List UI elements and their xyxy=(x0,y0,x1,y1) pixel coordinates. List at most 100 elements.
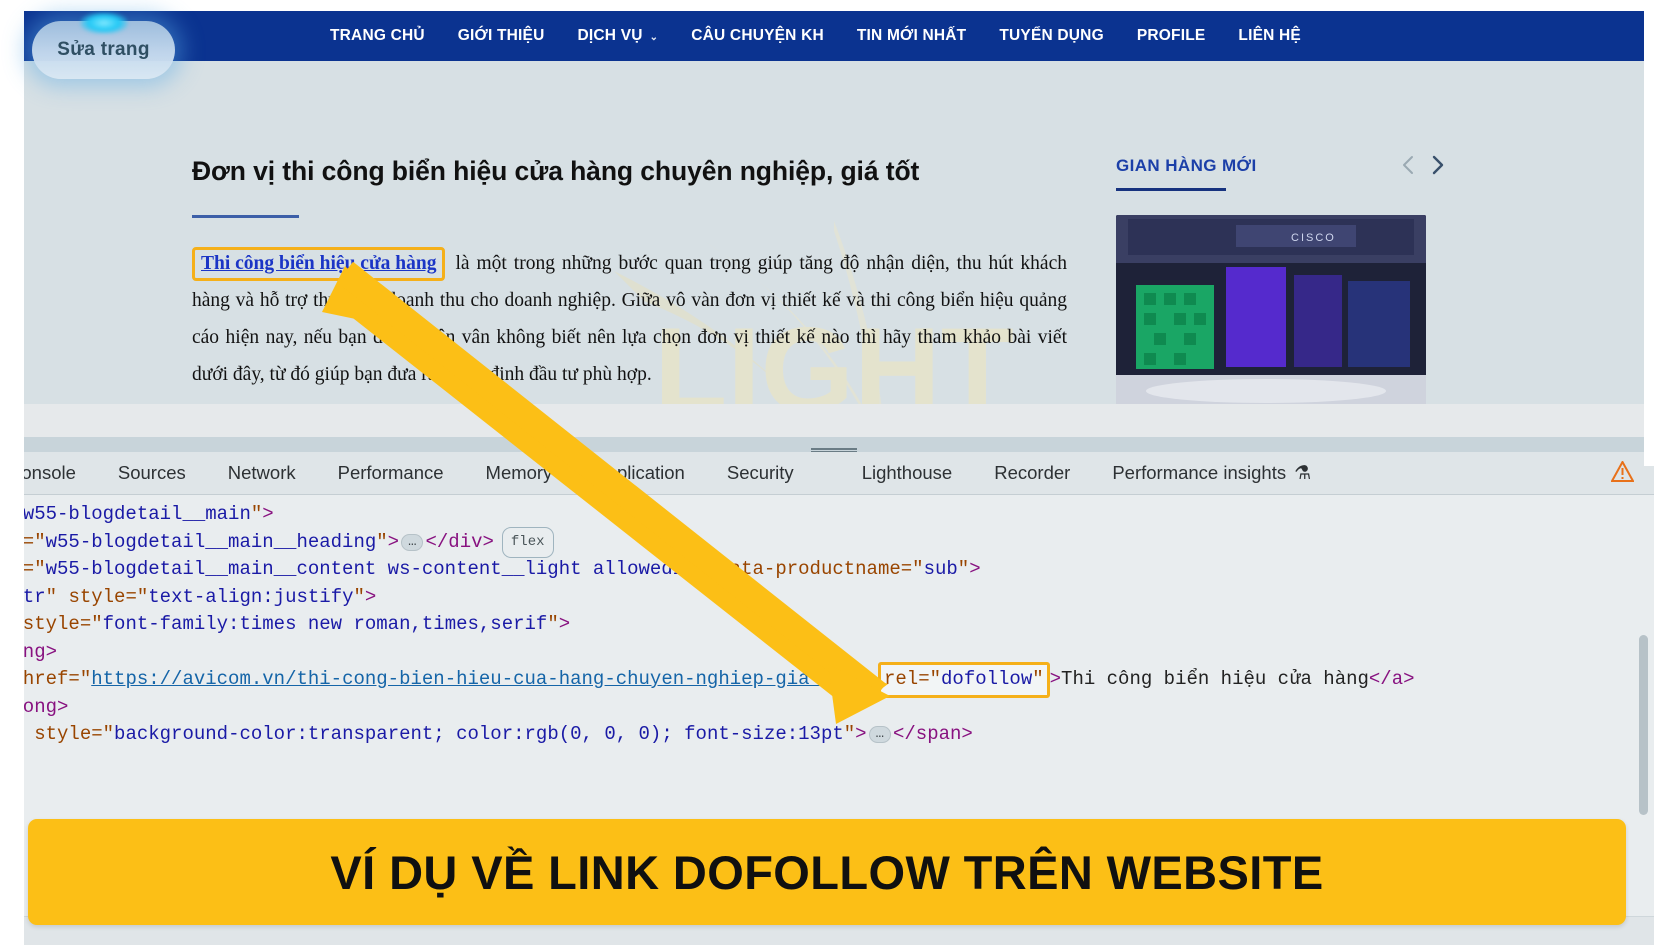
tab-label: Sources xyxy=(117,462,186,483)
tab-label: Recorder xyxy=(994,462,1071,483)
rel-attr-name: rel xyxy=(883,668,919,690)
nav-item-5[interactable]: TUYỂN DỤNG xyxy=(999,27,1103,45)
svg-text:CISCO: CISCO xyxy=(1291,232,1336,244)
article-block: Đơn vị thi công biển hiệu cửa hàng chuyê… xyxy=(192,156,1067,416)
page-bottom-fade xyxy=(24,404,1644,437)
nav-item-label: TRANG CHỦ xyxy=(330,27,425,44)
nav-item-label: PROFILE xyxy=(1136,27,1206,44)
flask-icon: ⚗ xyxy=(1294,462,1312,484)
code-token: " xyxy=(376,530,388,553)
code-token: " xyxy=(695,558,719,580)
tab-label: Security xyxy=(726,462,794,483)
tab-label: Memory xyxy=(485,462,553,483)
code-token: " xyxy=(957,558,970,580)
code-token: w55-blogdetail__main__heading xyxy=(45,530,377,553)
code-token: > xyxy=(364,585,377,608)
tab-label: Performance xyxy=(337,462,444,483)
code-token: =" xyxy=(125,585,149,608)
carousel-controls xyxy=(1400,154,1446,176)
nav-item-6[interactable]: PROFILE xyxy=(1137,27,1206,45)
sidebar-widget-title: GIAN HÀNG MỚI xyxy=(1116,156,1257,175)
tab-label: Application xyxy=(594,462,685,483)
code-token: font-family:times new roman,times,serif xyxy=(102,613,548,635)
nav-item-label: GIỚI THIỆU xyxy=(457,27,545,44)
code-token: background-color:transparent; color:rgb(… xyxy=(114,723,844,745)
devtools-left-rail xyxy=(0,452,24,945)
line-main[interactable]: ="w55-blogdetail__main"> xyxy=(0,501,1654,529)
code-token: =" xyxy=(68,668,92,690)
nav-item-0[interactable]: TRANG CHỦ xyxy=(330,27,425,45)
dofollow-link-highlight: Thi công biển hiệu cửa hàng xyxy=(192,247,446,281)
line-span[interactable]: an style="background-color:transparent; … xyxy=(0,721,1654,749)
edit-page-button[interactable]: Sửa trang xyxy=(32,21,175,79)
collapsed-children-badge[interactable]: … xyxy=(868,726,891,744)
line-dir[interactable]: "ltr" style="text-align:justify"> xyxy=(0,584,1654,612)
devtools-tabbar: Console Sources Network Performance Memory Ap… xyxy=(0,452,1654,495)
nav-item-label: TIN MỚI NHẤT xyxy=(856,27,967,44)
exhibition-booth-photo[interactable]: CISCO xyxy=(1116,215,1426,416)
nav-item-7[interactable]: LIÊN HỆ xyxy=(1238,27,1301,45)
nav-item-1[interactable]: GIỚI THIỆU xyxy=(458,27,545,45)
line-strong-open[interactable]: rong> xyxy=(0,639,1654,667)
line-strong-close[interactable]: trong> xyxy=(0,694,1654,722)
code-token: href xyxy=(22,668,69,690)
screenshot-root: TRANG CHỦ GIỚI THIỆU DỊCH VỤ ⌄ CÂU CHUYỆN KH… xyxy=(0,0,1654,945)
flex-badge[interactable]: flex xyxy=(501,526,554,558)
tab-network[interactable]: Network xyxy=(207,462,317,484)
chevron-left-icon[interactable] xyxy=(1400,154,1416,176)
line-font[interactable]: style =" font-family:times new roman,times… xyxy=(0,611,1654,639)
tab-lighthouse[interactable]: Lighthouse xyxy=(841,462,974,484)
page-title: Đơn vị thi công biển hiệu cửa hàng chuyê… xyxy=(192,156,920,186)
tab-application[interactable]: Application xyxy=(573,462,706,484)
code-token: </a> xyxy=(1368,668,1415,690)
code-token: " xyxy=(855,668,878,690)
code-token: > xyxy=(855,723,867,745)
chevron-down-icon[interactable]: ⌄ xyxy=(650,32,659,43)
sidebar-title-rule xyxy=(1116,188,1226,191)
nav-item-label: DỊCH VỤ xyxy=(577,27,643,44)
rel-attr-value: dofollow xyxy=(941,668,1033,690)
chevron-right-icon[interactable] xyxy=(1430,154,1446,176)
tab-sources[interactable]: Sources xyxy=(97,462,207,484)
warning-triangle-icon[interactable] xyxy=(1611,461,1634,482)
code-token: w55-blogdetail__main xyxy=(22,503,251,525)
site-top-navigation: TRANG CHỦ GIỚI THIỆU DỊCH VỤ ⌄ CÂU CHUYỆN KH… xyxy=(24,11,1644,61)
rel-dofollow-highlight[interactable]: rel="dofollow" xyxy=(877,662,1050,698)
code-vertical-scrollbar[interactable] xyxy=(1639,635,1648,815)
code-token: </div> xyxy=(425,530,494,553)
browser-frame-left xyxy=(0,0,24,466)
code-token: " xyxy=(353,585,365,608)
tab-recorder[interactable]: Recorder xyxy=(973,462,1091,484)
line-last[interactable]: n> xyxy=(0,749,1654,777)
tab-label: Lighthouse xyxy=(861,462,953,483)
nav-item-list: TRANG CHỦ GIỚI THIỆU DỊCH VỤ ⌄ CÂU CHUYỆN KH… xyxy=(330,27,1301,45)
bottom-caption-banner: VÍ DỤ VỀ LINK DOFOLLOW TRÊN WEBSITE xyxy=(28,819,1626,925)
article-inline-link[interactable]: Thi công biển hiệu cửa hàng xyxy=(201,253,436,274)
tab-performance[interactable]: Performance xyxy=(317,462,465,484)
sidebar-widget-header: GIAN HÀNG MỚI xyxy=(1116,154,1446,191)
collapsed-children-badge[interactable]: … xyxy=(401,533,424,551)
browser-page-region: TRANG CHỦ GIỚI THIỆU DỊCH VỤ ⌄ CÂU CHUYỆN KH… xyxy=(24,11,1644,466)
tab-security[interactable]: Security xyxy=(706,462,815,484)
nav-item-2[interactable]: DỊCH VỤ ⌄ xyxy=(578,27,659,45)
devtools-tab-list: Console Sources Network Performance Memory Ap… xyxy=(0,462,1332,485)
nav-item-4[interactable]: TIN MỚI NHẤT xyxy=(857,27,966,45)
line-heading[interactable]: ss="w55-blogdetail__main__heading">…</di… xyxy=(0,526,1654,558)
tab-label: Performance insights xyxy=(1112,462,1287,483)
code-token: " xyxy=(250,503,263,525)
browser-frame-right xyxy=(1644,0,1654,466)
code-token: Thi công biển hiệu cửa hàng xyxy=(1061,668,1369,690)
tab-performance-insights[interactable]: Performance insights ⚗ xyxy=(1091,462,1332,485)
nav-item-3[interactable]: CÂU CHUYỆN KH xyxy=(691,27,824,45)
code-token: </span> xyxy=(892,723,973,745)
line-anchor[interactable]: a href="https://avicom.vn/thi-cong-bien-… xyxy=(0,662,1654,698)
tab-memory[interactable]: Memory xyxy=(465,462,574,484)
code-token: > xyxy=(969,558,981,580)
code-token: > xyxy=(262,503,274,525)
code-token: =" xyxy=(79,613,103,635)
sidebar-widget: GIAN HÀNG MỚI CISCO xyxy=(1116,154,1446,416)
nav-item-label: LIÊN HỆ xyxy=(1238,27,1301,44)
line-content[interactable]: ss="w55-blogdetail__main__content ws-con… xyxy=(0,556,1654,584)
code-token: > xyxy=(387,530,400,553)
code-token: sub xyxy=(923,558,958,580)
